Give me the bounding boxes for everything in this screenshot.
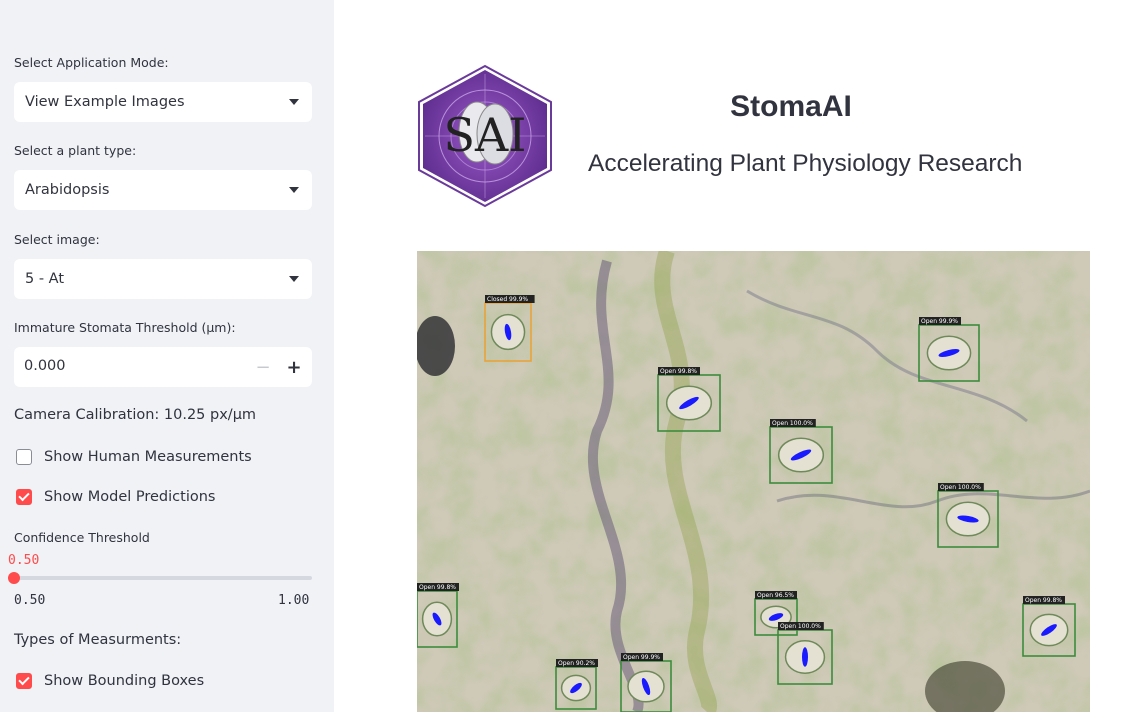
threshold-input[interactable]: 0.000 − + [14, 347, 312, 387]
image-select[interactable]: 5 - At [14, 259, 312, 299]
plant-type-value: Arabidopsis [25, 182, 110, 198]
show-model-checkbox[interactable]: Show Model Predictions [16, 489, 215, 505]
detection-label: Open 99.8% [1025, 597, 1062, 604]
detection-label: Open 96.5% [757, 592, 794, 599]
image-value: 5 - At [25, 271, 65, 287]
logo-text: SAI [444, 108, 527, 162]
show-model-label: Show Model Predictions [44, 489, 216, 505]
threshold-value: 0.000 [24, 358, 66, 374]
microscopy-image: Closed 99.9% Open 99.9% Open 99.8% Open 100… [417, 251, 1090, 712]
app-mode-value: View Example Images [25, 94, 185, 110]
confidence-label: Confidence Threshold [14, 530, 150, 545]
page-subtitle: Accelerating Plant Physiology Research [588, 150, 1023, 177]
detection-label: Open 100.0% [772, 420, 813, 427]
show-human-checkbox[interactable]: Show Human Measurements [16, 449, 252, 465]
slider-min-label: 0.50 [14, 593, 46, 608]
app-mode-select[interactable]: View Example Images [14, 82, 312, 122]
chevron-down-icon [289, 99, 299, 105]
detection-label: Open 99.8% [660, 368, 697, 375]
show-boxes-checkbox[interactable]: Show Bounding Boxes [16, 673, 204, 689]
detection-label: Open 100.0% [940, 484, 981, 491]
chevron-down-icon [289, 187, 299, 193]
measurements-heading: Types of Measurments: [14, 632, 182, 648]
detection-label: Open 100.0% [780, 623, 821, 630]
increment-button[interactable]: + [280, 353, 308, 381]
confidence-value: 0.50 [8, 553, 40, 568]
chevron-down-icon [289, 276, 299, 282]
decrement-button[interactable]: − [249, 353, 277, 381]
show-boxes-label: Show Bounding Boxes [44, 673, 205, 689]
stoma-pore [802, 647, 808, 667]
detection-label: Closed 99.9% [487, 296, 528, 303]
detection-label: Open 99.9% [623, 654, 660, 661]
detection-label: Open 99.9% [921, 318, 958, 325]
detection-label: Open 99.8% [419, 584, 456, 591]
checkbox-checked-icon [16, 673, 32, 689]
slider-max-label: 1.00 [278, 593, 310, 608]
sidebar: Select Application Mode: View Example Im… [0, 0, 334, 712]
show-human-label: Show Human Measurements [44, 449, 252, 465]
app-mode-label: Select Application Mode: [14, 55, 169, 70]
calibration-text: Camera Calibration: 10.25 px/µm [14, 407, 257, 423]
stomaai-logo: SAI [418, 64, 552, 208]
checkbox-checked-icon [16, 489, 32, 505]
slider-thumb[interactable] [8, 572, 20, 584]
plant-type-select[interactable]: Arabidopsis [14, 170, 312, 210]
confidence-slider[interactable] [8, 572, 312, 584]
checkbox-unchecked-icon [16, 449, 32, 465]
image-label: Select image: [14, 232, 100, 247]
threshold-label: Immature Stomata Threshold (µm): [14, 320, 236, 335]
page-title: StomaAI [730, 90, 852, 123]
detection-label: Open 90.2% [558, 660, 595, 667]
plant-type-label: Select a plant type: [14, 143, 137, 158]
